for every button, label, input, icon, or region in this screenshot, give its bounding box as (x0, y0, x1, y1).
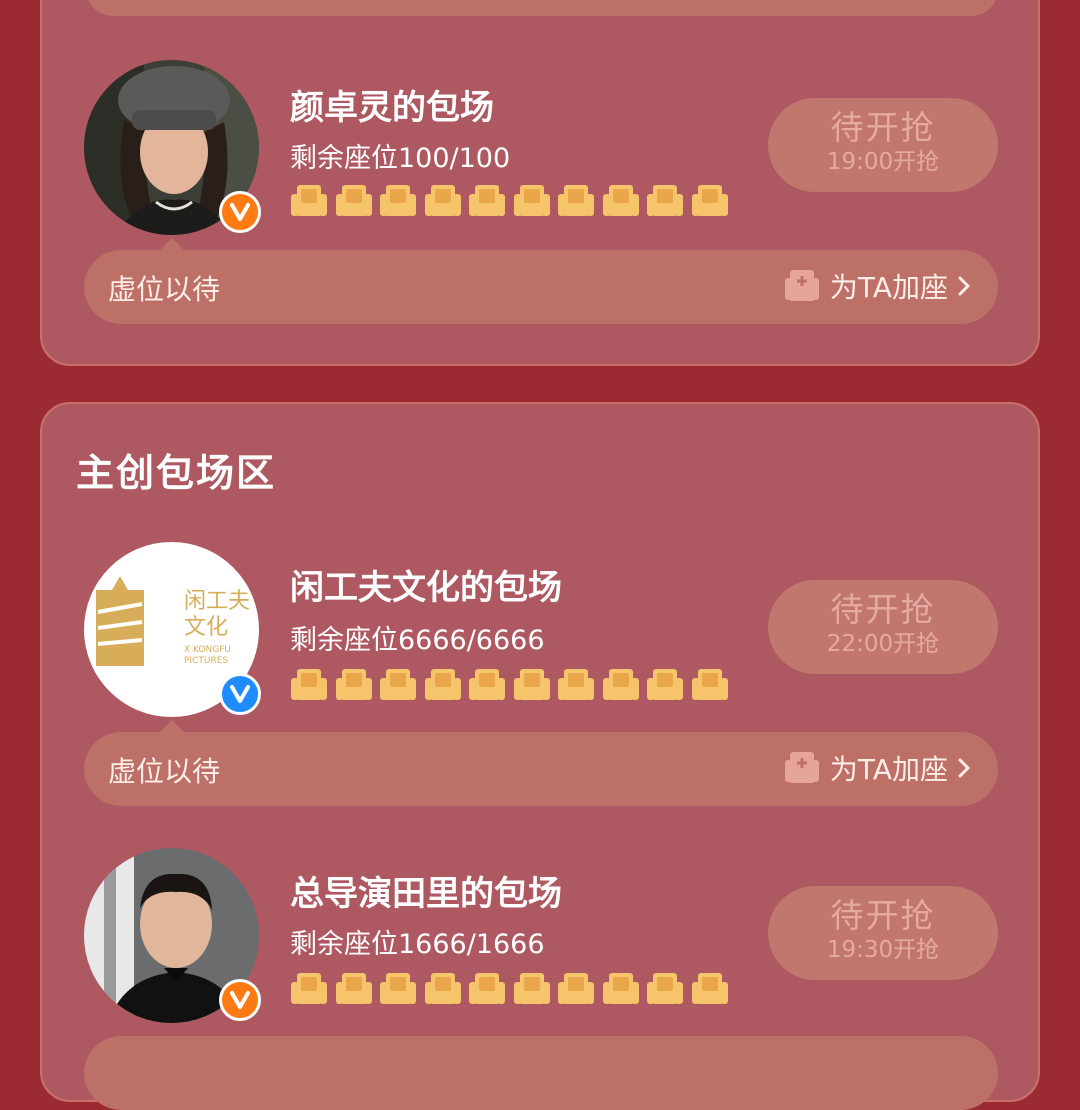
logo-cn-line2: 文化 (184, 615, 228, 640)
button-label: 待开抢 (830, 590, 936, 629)
add-seat-link[interactable]: 为TA加座 (784, 748, 972, 788)
seat-icons-row (290, 970, 735, 1010)
seat-icon (335, 669, 372, 700)
seat-icon (424, 973, 461, 1004)
button-open-time: 19:00开抢 (826, 149, 940, 175)
entry-avatar-wrap[interactable] (84, 848, 261, 1023)
seat-icon (647, 185, 683, 216)
seat-icon (647, 973, 683, 1004)
creator-screening-section: 主创包场区 闲工夫 文化 X KONGFU PICTURES 闲工夫文化的包场 … (40, 402, 1040, 1110)
verified-badge-icon (219, 673, 261, 715)
entry-name: 颜卓灵的包场 (290, 88, 494, 128)
vacant-label: 虚位以待 (108, 273, 221, 306)
entry-avatar-wrap[interactable]: 闲工夫 文化 X KONGFU PICTURES (84, 542, 261, 717)
creator-screening-card-top: 颜卓灵的包场 剩余座位100/100 待开抢 19:00开抢 虚位以待 为TA加… (40, 0, 1040, 366)
logo-cn-line1: 闲工夫 (184, 589, 250, 614)
remaining-seats: 剩余座位100/100 (290, 143, 511, 174)
seat-icon (469, 669, 505, 700)
seat-icon (291, 185, 327, 216)
seat-icon (424, 669, 461, 700)
button-open-time: 22:00开抢 (826, 631, 940, 657)
seat-icon (558, 973, 594, 1004)
vacant-seat-bar-partial[interactable] (84, 1036, 998, 1110)
seat-icon (691, 669, 728, 700)
seat-icon (335, 973, 372, 1004)
chevron-right-icon (958, 276, 970, 296)
verified-badge-icon (219, 979, 261, 1021)
entry-name: 闲工夫文化的包场 (290, 568, 562, 608)
seat-icon (602, 669, 639, 700)
wait-to-grab-button[interactable]: 待开抢 22:00开抢 (768, 580, 998, 674)
remaining-seats: 剩余座位1666/1666 (290, 929, 545, 960)
vacant-seat-bar[interactable]: 虚位以待 为TA加座 (84, 732, 998, 806)
logo-en-line2: PICTURES (184, 656, 228, 666)
logo-en-line1: X KONGFU (184, 645, 231, 655)
seat-icon (469, 973, 505, 1004)
button-label: 待开抢 (830, 108, 936, 147)
add-seat-icon (784, 752, 819, 783)
seat-icon (602, 973, 639, 1004)
seat-icon (380, 669, 416, 700)
vacant-label: 虚位以待 (108, 755, 221, 788)
add-seat-icon (784, 270, 819, 301)
add-seat-label: 为TA加座 (829, 753, 948, 786)
remaining-seats: 剩余座位6666/6666 (290, 625, 545, 656)
seat-icon (513, 669, 550, 700)
entry-name: 总导演田里的包场 (290, 874, 562, 914)
wait-to-grab-button[interactable]: 待开抢 19:30开抢 (768, 886, 998, 980)
seat-icon (424, 185, 461, 216)
seat-icon (513, 185, 550, 216)
add-seat-link[interactable]: 为TA加座 (784, 266, 972, 306)
button-label: 待开抢 (830, 896, 936, 935)
section-title: 主创包场区 (76, 451, 277, 495)
wait-to-grab-button[interactable]: 待开抢 19:00开抢 (768, 98, 998, 192)
add-seat-label: 为TA加座 (829, 271, 948, 304)
seat-icon (602, 185, 639, 216)
seat-icon (469, 185, 505, 216)
seat-icon (291, 973, 327, 1004)
previous-entry-bar (86, 0, 998, 16)
seat-icon (558, 669, 594, 700)
entry-avatar-wrap[interactable] (84, 60, 261, 235)
seat-icon (335, 185, 372, 216)
chevron-right-icon (958, 758, 970, 778)
seat-icon (380, 973, 416, 1004)
seat-icon (380, 185, 416, 216)
bar-pointer (160, 238, 184, 250)
seat-icon (513, 973, 550, 1004)
seat-icon (691, 185, 728, 216)
seat-icon (647, 669, 683, 700)
bar-pointer (160, 720, 184, 732)
vacant-seat-bar[interactable]: 虚位以待 为TA加座 (84, 250, 998, 324)
seat-icon (291, 669, 327, 700)
button-open-time: 19:30开抢 (826, 937, 940, 963)
seat-icon (558, 185, 594, 216)
seat-icon (691, 973, 728, 1004)
seat-icons-row (290, 666, 735, 706)
seat-icons-row (290, 182, 735, 222)
verified-badge-icon (219, 191, 261, 233)
